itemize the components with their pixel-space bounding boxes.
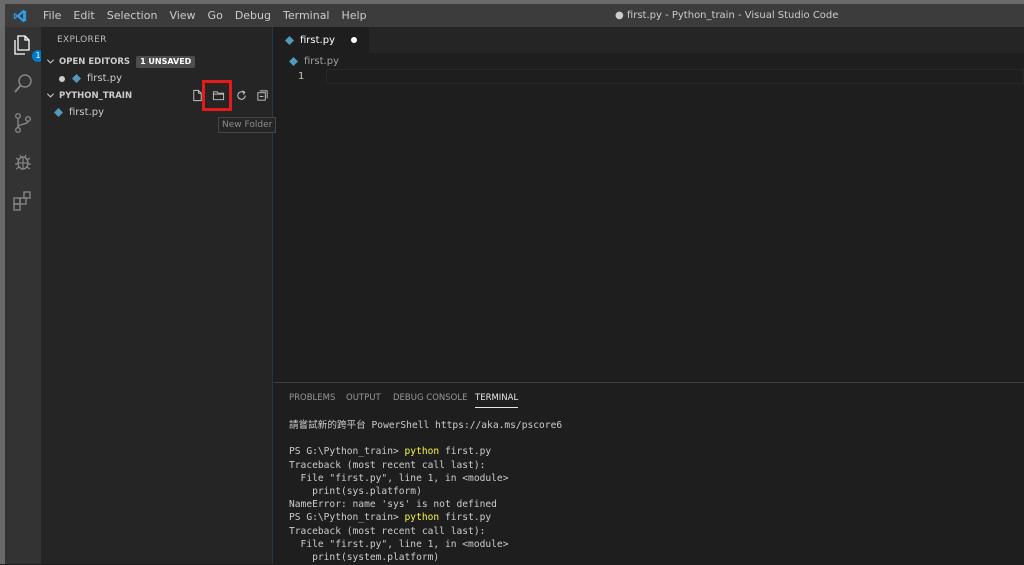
- activity-bar: 1: [5, 27, 44, 564]
- python-file-icon: [289, 57, 298, 66]
- unsaved-dot-icon[interactable]: [351, 37, 357, 43]
- tab-problems[interactable]: PROBLEMS: [289, 393, 335, 403]
- terminal-command: python: [404, 446, 440, 458]
- terminal-line: Traceback (most recent call last):: [289, 525, 486, 537]
- terminal-line: print(sys.platform): [289, 485, 422, 497]
- menu-terminal[interactable]: Terminal: [277, 4, 336, 27]
- menu-edit[interactable]: Edit: [67, 4, 100, 27]
- terminal-args: first.py: [439, 512, 492, 524]
- menu-file[interactable]: File: [37, 4, 67, 27]
- terminal-line: PS G:\Python_train> python first.py: [289, 511, 562, 524]
- refresh-icon[interactable]: [235, 89, 248, 102]
- new-folder-highlight: [202, 80, 232, 111]
- open-editor-file-label: first.py: [87, 73, 122, 84]
- folder-label: PYTHON_TRAIN: [59, 90, 133, 101]
- vscode-logo-icon: [13, 9, 27, 22]
- window-title: ● first.py - Python_train - Visual Studi…: [615, 10, 839, 21]
- extensions-icon[interactable]: [11, 189, 35, 213]
- tab-output[interactable]: OUTPUT: [346, 393, 381, 403]
- collapse-all-icon[interactable]: [256, 89, 269, 102]
- menu-view[interactable]: View: [163, 4, 201, 27]
- terminal-line: print(system.platform): [289, 551, 440, 563]
- terminal-prompt: PS G:\Python_train>: [289, 446, 405, 458]
- editor-text-area[interactable]: [326, 69, 1024, 84]
- folder-file-item[interactable]: first.py: [54, 104, 104, 121]
- search-icon[interactable]: [11, 72, 35, 96]
- terminal-output[interactable]: 請嘗試新的跨平台 PowerShell https://aka.ms/pscor…: [289, 419, 562, 564]
- open-editors-header[interactable]: OPEN EDITORS 1 UNSAVED: [41, 53, 273, 70]
- sidebar-title: EXPLORER: [57, 35, 107, 45]
- breadcrumb-label: first.py: [304, 56, 339, 67]
- folder-file-label: first.py: [69, 107, 104, 118]
- python-file-icon: [285, 35, 294, 45]
- terminal-prompt: PS G:\Python_train>: [289, 512, 405, 524]
- menu-go[interactable]: Go: [202, 4, 229, 27]
- editor-tabs-bar: first.py: [274, 27, 1024, 53]
- tab-debug-console[interactable]: DEBUG CONSOLE: [393, 393, 467, 403]
- terminal-line: NameError: name 'sys' is not defined: [289, 499, 497, 511]
- terminal-line: File "first.py", line 1, in <module>: [289, 538, 509, 550]
- open-editors-label: OPEN EDITORS: [59, 56, 131, 67]
- terminal-command: python: [404, 512, 440, 524]
- menu-help[interactable]: Help: [336, 4, 373, 27]
- open-editor-item[interactable]: first.py: [59, 70, 122, 87]
- tab-first-py[interactable]: first.py: [274, 27, 369, 53]
- explorer-sidebar: EXPLORER OPEN EDITORS 1 UNSAVED first.py…: [41, 27, 273, 564]
- tab-terminal[interactable]: TERMINAL: [475, 393, 519, 408]
- tab-label: first.py: [300, 34, 335, 46]
- bottom-panel: PROBLEMS OUTPUT DEBUG CONSOLE TERMINAL 請…: [274, 382, 1024, 565]
- python-file-icon: [54, 108, 63, 117]
- chevron-down-icon: [46, 59, 55, 64]
- line-number: 1: [298, 71, 305, 82]
- terminal-line: File "first.py", line 1, in <module>: [289, 472, 509, 484]
- terminal-line: Traceback (most recent call last):: [289, 459, 486, 471]
- terminal-line: 請嘗試新的跨平台 PowerShell https://aka.ms/pscor…: [289, 420, 563, 431]
- menu-selection[interactable]: Selection: [101, 4, 164, 27]
- unsaved-dot-icon: [59, 75, 65, 82]
- unsaved-badge: 1 UNSAVED: [136, 55, 196, 68]
- debug-icon[interactable]: [11, 150, 35, 174]
- breadcrumb[interactable]: first.py: [289, 56, 339, 67]
- new-folder-tooltip: New Folder: [218, 117, 277, 133]
- explorer-icon[interactable]: 1: [11, 33, 44, 62]
- menu-debug[interactable]: Debug: [229, 4, 277, 27]
- python-file-icon: [72, 74, 81, 83]
- terminal-args: first.py: [439, 446, 492, 458]
- source-control-icon[interactable]: [11, 111, 35, 135]
- chevron-down-icon: [46, 93, 55, 98]
- title-bar: File Edit Selection View Go Debug Termin…: [5, 4, 1024, 27]
- terminal-line: PS G:\Python_train> python first.py: [289, 445, 562, 458]
